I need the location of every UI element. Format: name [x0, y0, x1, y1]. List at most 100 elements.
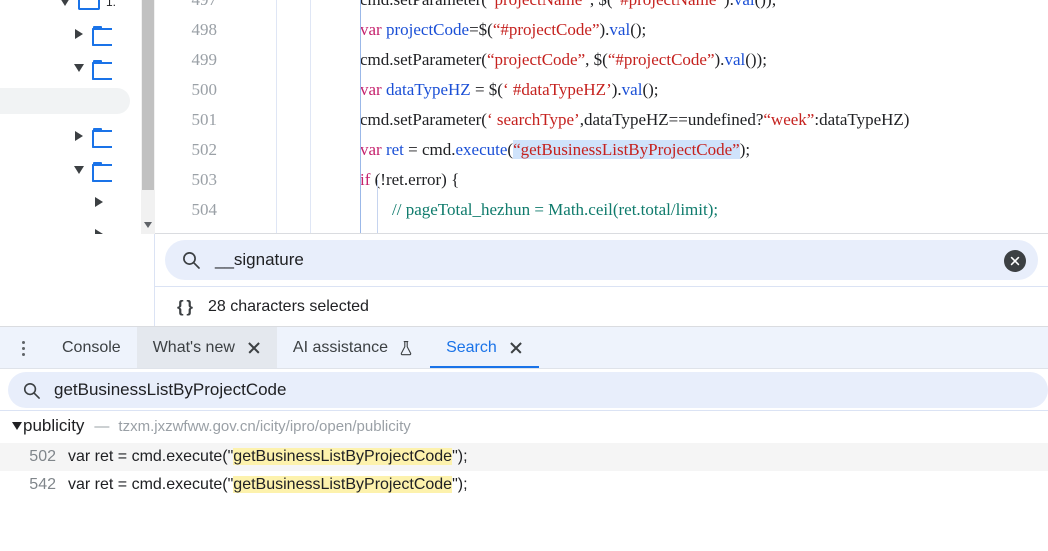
code-line-text: if (!ret.error) {	[360, 165, 459, 195]
chevron-down-icon[interactable]	[70, 64, 88, 72]
tree-item[interactable]: 1.	[56, 0, 116, 18]
chevron-down-icon[interactable]	[56, 0, 74, 6]
chevron-right-icon[interactable]	[70, 29, 88, 39]
code-editor[interactable]: 497cmd.setParameter(“projectName”, $(“#p…	[155, 0, 1048, 234]
search-result-group-name: publicity	[23, 416, 84, 436]
indent-guide	[360, 0, 361, 234]
search-icon	[181, 250, 201, 270]
search-result-row[interactable]: 542var ret = cmd.execute("getBusinessLis…	[0, 471, 1048, 499]
search-result-group-url: tzxm.jxzwfww.gov.cn/icity/ipro/open/publ…	[118, 418, 410, 435]
tree-item[interactable]	[70, 120, 112, 152]
tree-item[interactable]	[90, 218, 108, 234]
code-token: val	[734, 0, 755, 9]
code-line-text: cmd.setParameter(“projectName”, $(“#proj…	[360, 0, 776, 15]
code-line[interactable]: var dataTypeHZ = $(‘ #dataTypeHZ’).val()…	[155, 75, 1048, 105]
code-line[interactable]: cmd.setParameter(‘ searchType’,dataTypeH…	[155, 105, 1048, 135]
quick-open-overlay: __signature { } 28 characters selected	[155, 234, 1048, 326]
code-token: ).	[724, 0, 734, 9]
folder-icon	[92, 26, 112, 42]
code-line[interactable]: cmd.setParameter(“projectCode”, $(“#proj…	[155, 45, 1048, 75]
code-token: = $(	[471, 80, 503, 99]
tab-label: What's new	[153, 339, 235, 357]
chevron-right-icon[interactable]	[90, 197, 108, 207]
tree-item-label: 1.	[106, 0, 116, 9]
scroll-down-arrow-icon[interactable]	[144, 222, 152, 228]
code-line-text: // pageTotal_hezhun = Math.ceil(ret.tota…	[392, 195, 718, 225]
code-token: “#projectName”	[613, 0, 724, 9]
code-line-text: var dataTypeHZ = $(‘ #dataTypeHZ’).val()…	[360, 75, 658, 105]
quick-open-input[interactable]: __signature	[165, 240, 1038, 280]
close-icon[interactable]	[247, 341, 261, 355]
indent-guide	[276, 0, 277, 234]
drawer-search-row: getBusinessListByProjectCode	[0, 370, 1048, 410]
code-line-text: var ret = cmd.execute(“getBusinessListBy…	[360, 135, 750, 165]
scrollbar-thumb[interactable]	[142, 0, 154, 190]
file-navigator-scrollbar[interactable]	[141, 0, 155, 234]
code-token: projectCode	[386, 20, 469, 39]
code-token: ‘ #dataTypeHZ’	[503, 80, 612, 99]
result-suffix: ");	[452, 476, 467, 493]
search-result-group-header[interactable]: publicity—tzxm.jxzwfww.gov.cn/icity/ipro…	[0, 411, 1048, 441]
tab-what-s-new[interactable]: What's new	[137, 327, 277, 369]
code-token: // pageTotal_hezhun = Math.ceil(ret.tota…	[392, 200, 718, 219]
overlay-left-gutter	[0, 234, 154, 326]
code-token: var	[360, 140, 386, 159]
devtools-window: 1. 497cmd.setParameter(“projectName”, $(…	[0, 0, 1048, 551]
code-line[interactable]: var projectCode=$(“#projectCode”).val();	[155, 15, 1048, 45]
code-token: var	[360, 20, 386, 39]
code-token: cmd.setParameter(	[360, 0, 487, 9]
code-token: ret	[386, 140, 404, 159]
code-line-text: cmd.setParameter(‘ searchType’,dataTypeH…	[360, 105, 909, 135]
tab-search[interactable]: Search	[430, 327, 539, 369]
indent-guide	[310, 0, 311, 234]
search-input[interactable]: getBusinessListByProjectCode	[8, 372, 1048, 408]
selected-token: “getBusinessListByProjectCode”	[513, 140, 740, 159]
code-line[interactable]: // pageTotal_hezhun = Math.ceil(ret.tota…	[155, 195, 1048, 225]
close-circle-icon[interactable]	[1004, 250, 1026, 272]
drawer-tab-strip[interactable]: Console What's new AI assistanceSearch	[0, 327, 1048, 369]
tree-item[interactable]	[70, 18, 112, 50]
file-navigator-tree[interactable]: 1.	[0, 0, 141, 234]
code-token: cmd.setParameter(	[360, 50, 487, 69]
more-vertical-icon[interactable]	[0, 327, 46, 369]
result-suffix: ");	[452, 448, 467, 465]
tree-item[interactable]	[90, 186, 108, 218]
result-prefix: var ret = cmd.execute("	[68, 448, 233, 465]
tree-item[interactable]	[70, 154, 112, 186]
code-line[interactable]: if (!ret.error) {	[155, 165, 1048, 195]
search-result-line-number: 542	[0, 476, 56, 494]
code-token: ).	[715, 50, 725, 69]
code-token: val	[609, 20, 630, 39]
flask-icon	[398, 340, 414, 356]
tree-item[interactable]	[70, 52, 112, 84]
chevron-down-icon[interactable]	[70, 166, 88, 174]
result-match-highlight: getBusinessListByProjectCode	[233, 476, 452, 493]
search-results-list[interactable]: publicity—tzxm.jxzwfww.gov.cn/icity/ipro…	[0, 411, 1048, 551]
code-token: ());	[745, 50, 767, 69]
code-token: if	[360, 170, 375, 189]
tab-console[interactable]: Console	[46, 327, 137, 369]
chevron-right-icon[interactable]	[70, 131, 88, 141]
code-token: val	[724, 50, 745, 69]
code-token: ,dataTypeHZ==undefined?	[580, 110, 764, 129]
search-result-row[interactable]: 502var ret = cmd.execute("getBusinessLis…	[0, 443, 1048, 471]
quick-open-status-row: { } 28 characters selected	[155, 287, 1048, 326]
chevron-down-icon[interactable]	[12, 422, 22, 430]
sources-panel: 1. 497cmd.setParameter(“projectName”, $(…	[0, 0, 1048, 234]
code-line[interactable]: cmd.setParameter(“projectName”, $(“#proj…	[155, 0, 1048, 15]
code-token: , $(	[590, 0, 613, 9]
search-input-value: getBusinessListByProjectCode	[54, 380, 286, 400]
code-token: “#projectCode”	[493, 20, 600, 39]
tree-item[interactable]	[86, 86, 104, 118]
devtools-drawer: Console What's new AI assistanceSearch get…	[0, 326, 1048, 551]
code-token: “projectCode”	[487, 50, 585, 69]
code-line-text: var projectCode=$(“#projectCode”).val();	[360, 15, 646, 45]
code-line[interactable]: var ret = cmd.execute(“getBusinessListBy…	[155, 135, 1048, 165]
code-token: ‘ searchType’	[487, 110, 580, 129]
code-token: ();	[642, 80, 658, 99]
quick-open-value: __signature	[215, 250, 304, 270]
tab-ai-assistance[interactable]: AI assistance	[277, 327, 430, 369]
close-icon[interactable]	[509, 341, 523, 355]
code-token: = cmd.	[404, 140, 456, 159]
code-token: val	[622, 80, 643, 99]
